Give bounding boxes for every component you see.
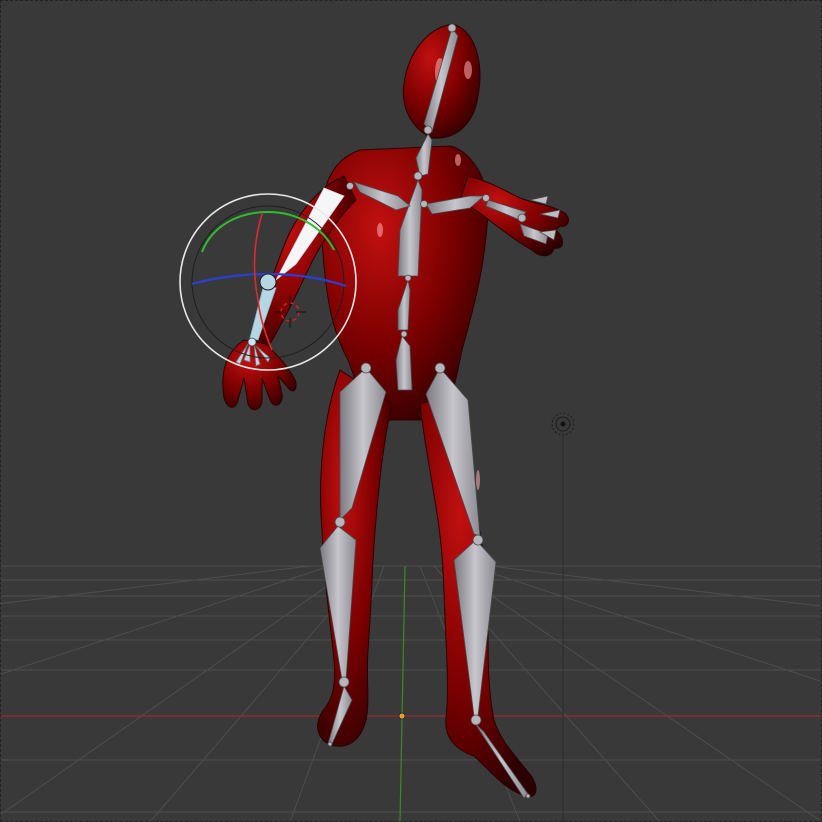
y-axis-line	[399, 565, 406, 822]
3d-viewport[interactable]	[0, 0, 822, 822]
object-origin-icon[interactable]	[398, 712, 406, 720]
viewport-scene[interactable]	[0, 0, 822, 822]
character-mesh[interactable]	[222, 23, 569, 798]
floor-grid	[0, 565, 822, 822]
lamp-icon[interactable]	[551, 412, 575, 822]
